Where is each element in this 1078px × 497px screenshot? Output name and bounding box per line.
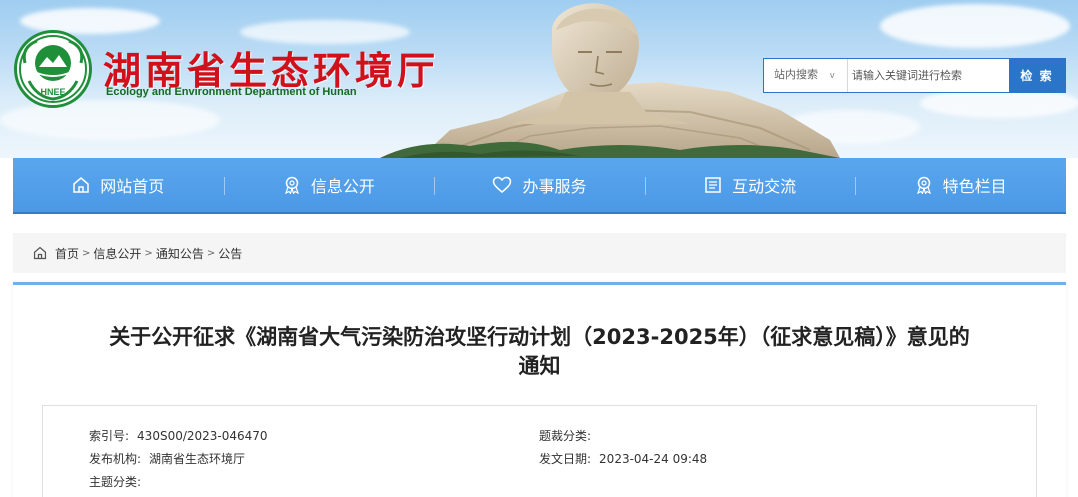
cloud	[20, 8, 160, 34]
meta-index-label: 索引号:	[89, 429, 130, 443]
nav-item-home[interactable]: 网站首页	[13, 158, 224, 212]
article-panel: 关于公开征求《湖南省大气污染防治攻坚行动计划（2023-2025年）（征求意见稿…	[13, 282, 1066, 497]
chevron-down-icon: v	[830, 70, 835, 80]
article-meta-box: 索引号: 430S00/2023-046470 题裁分类: 发布机构: 湖南省生态环…	[42, 405, 1037, 497]
breadcrumb-link-info[interactable]: 信息公开	[93, 245, 141, 262]
cloud	[0, 100, 220, 140]
meta-index: 索引号: 430S00/2023-046470	[89, 427, 268, 444]
logo-emblem[interactable]: HNEE	[14, 30, 92, 108]
heart-icon	[493, 176, 512, 193]
nav-item-label: 办事服务	[522, 177, 587, 196]
nav-item-label: 特色栏目	[942, 177, 1007, 196]
meta-category: 题裁分类:	[539, 427, 599, 444]
article-title-line: 通知	[518, 354, 561, 378]
article-title-line: 关于公开征求《湖南省大气污染防治攻坚行动计划（2023-2025年）（征求意见稿…	[109, 325, 970, 349]
search-input[interactable]	[852, 59, 1002, 92]
nav-item-label: 网站首页	[100, 177, 165, 196]
breadcrumb: 首页 > 信息公开 > 通知公告 > 公告	[13, 233, 1066, 273]
logo-text: HNEE	[40, 87, 65, 97]
breadcrumb-separator: >	[82, 247, 91, 259]
badge-icon	[916, 176, 931, 194]
home-icon	[73, 177, 90, 193]
home-icon	[33, 246, 47, 260]
breadcrumb-link-notices[interactable]: 通知公告	[156, 245, 204, 262]
search-scope-label: 站内搜索	[774, 69, 818, 81]
site-subtitle: Ecology and Environment Department of Hu…	[106, 86, 357, 98]
search-box: 站内搜索 v 检 索	[763, 58, 1066, 93]
search-button[interactable]: 检 索	[1009, 59, 1065, 92]
meta-topic-label: 主题分类:	[89, 475, 142, 489]
nav-item-services[interactable]: 办事服务	[434, 158, 645, 212]
meta-date-label: 发文日期:	[539, 452, 592, 466]
meta-index-value: 430S00/2023-046470	[137, 429, 268, 443]
meta-category-label: 题裁分类:	[539, 429, 592, 443]
meta-date-value: 2023-04-24 09:48	[599, 452, 708, 466]
badge-icon	[284, 176, 299, 194]
cloud	[880, 4, 1070, 48]
nav-item-interaction[interactable]: 互动交流	[644, 158, 856, 212]
nav-item-label: 互动交流	[732, 177, 797, 196]
breadcrumb-link-announcement[interactable]: 公告	[218, 245, 242, 262]
nav-item-featured[interactable]: 特色栏目	[855, 158, 1066, 212]
article-title: 关于公开征求《湖南省大气污染防治攻坚行动计划（2023-2025年）（征求意见稿…	[33, 323, 1046, 381]
hnee-logo-icon: HNEE	[19, 35, 87, 103]
meta-publisher: 发布机构: 湖南省生态环境厅	[89, 450, 245, 467]
meta-date: 发文日期: 2023-04-24 09:48	[539, 450, 707, 467]
site-header: HNEE 湖南省生态环境厅 Ecology and Environment De…	[0, 0, 1078, 158]
breadcrumb-separator: >	[144, 247, 153, 259]
breadcrumb-link-home[interactable]: 首页	[55, 245, 79, 262]
meta-publisher-label: 发布机构:	[89, 452, 142, 466]
meta-publisher-value: 湖南省生态环境厅	[149, 452, 246, 466]
main-nav: 网站首页 信息公开 办事服务 互动交流 特色栏目	[13, 158, 1066, 214]
breadcrumb-separator: >	[206, 247, 216, 259]
nav-item-label: 信息公开	[310, 177, 375, 196]
document-icon	[705, 177, 721, 193]
meta-topic: 主题分类:	[89, 473, 149, 490]
nav-item-info-disclosure[interactable]: 信息公开	[223, 158, 435, 212]
search-scope-select[interactable]: 站内搜索 v	[764, 59, 848, 92]
